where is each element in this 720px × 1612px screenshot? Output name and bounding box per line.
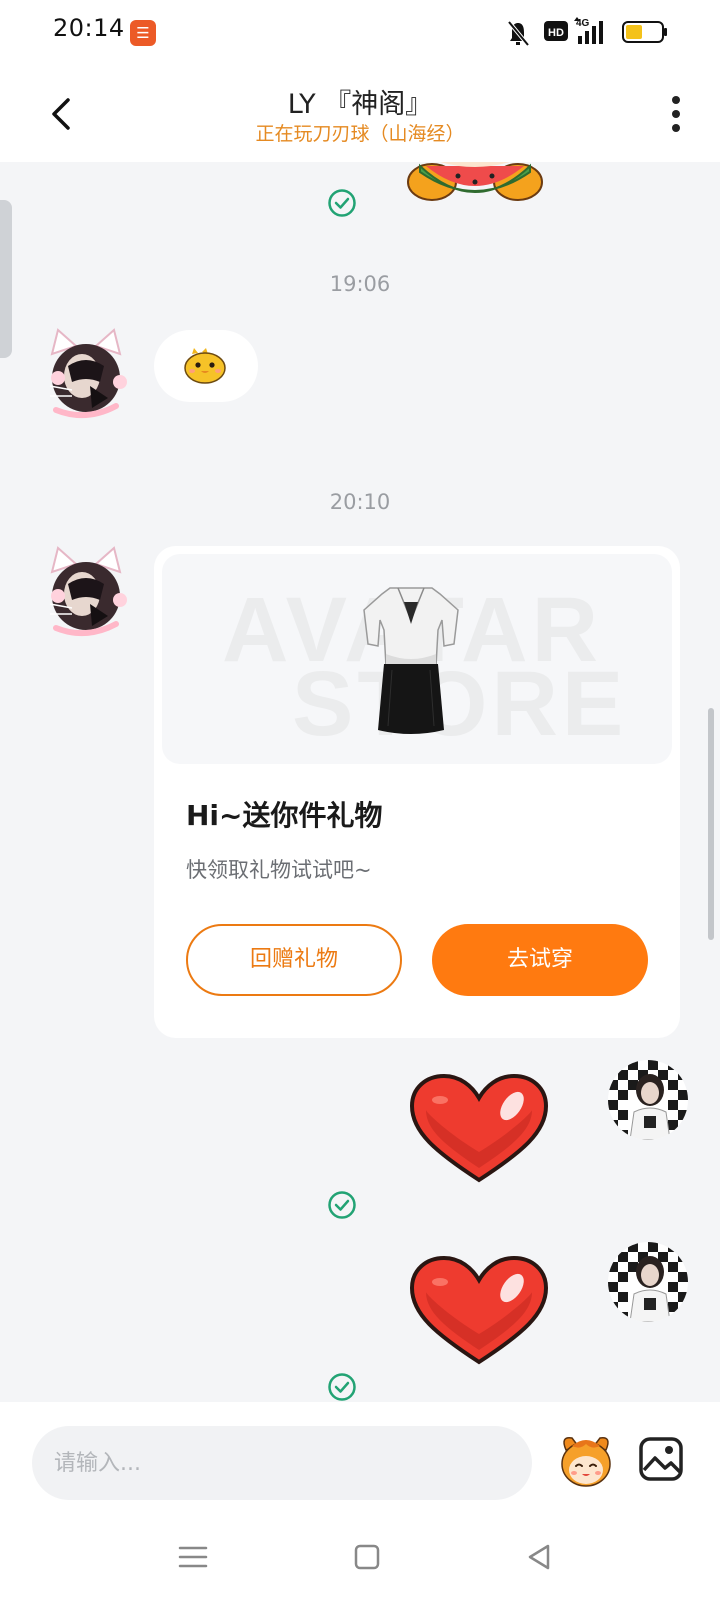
sent-check-icon xyxy=(327,188,357,218)
more-vertical-icon xyxy=(672,96,680,132)
my-avatar[interactable] xyxy=(608,1242,688,1322)
gift-banner[interactable]: AVATAR STORE xyxy=(162,554,672,764)
status-icons: HD 4G xyxy=(490,0,720,66)
try-on-button[interactable]: 去试穿 xyxy=(432,924,648,996)
message-input-bar xyxy=(0,1402,720,1512)
battery-icon xyxy=(622,21,667,43)
sticker-mascot-icon xyxy=(561,1437,611,1487)
image-picker-button[interactable] xyxy=(638,1436,684,1482)
gift-card[interactable]: AVATAR STORE Hi~送你件礼物 快领取礼物试试吧~ 回赠礼物 去试穿 xyxy=(154,546,680,1038)
my-avatar[interactable] xyxy=(608,1060,688,1140)
sticker-watermelon-cat xyxy=(400,162,550,212)
mute-bell-icon xyxy=(507,20,530,47)
chat-scrollbar[interactable] xyxy=(708,708,714,940)
sticker-button[interactable] xyxy=(556,1428,616,1490)
sent-check-icon xyxy=(327,1372,357,1402)
recent-apps-button[interactable] xyxy=(176,1540,210,1574)
message-input[interactable] xyxy=(32,1426,532,1500)
svg-text:HD: HD xyxy=(548,27,564,39)
triangle-back-icon xyxy=(528,1544,550,1570)
heart-sticker[interactable] xyxy=(406,1072,552,1186)
status-bar: 20:14 ☰ HD 4G xyxy=(0,0,720,66)
heart-sticker[interactable] xyxy=(406,1254,552,1368)
nav-back-button[interactable] xyxy=(522,1540,556,1574)
hd-icon: HD xyxy=(544,21,568,41)
system-nav-bar xyxy=(0,1512,720,1612)
gift-title: Hi~送你件礼物 xyxy=(186,799,383,832)
chat-header: LY 『神阁』 正在玩刀刃球（山海经） xyxy=(0,66,720,162)
return-gift-button[interactable]: 回赠礼物 xyxy=(186,924,402,996)
home-button[interactable] xyxy=(350,1540,384,1574)
message-bubble-emoji[interactable] xyxy=(154,330,258,402)
menu-icon xyxy=(178,1546,208,1568)
status-time: 20:14 xyxy=(53,14,125,42)
square-home-icon xyxy=(354,1544,380,1570)
more-options-button[interactable] xyxy=(660,88,692,140)
gift-outfit-image xyxy=(363,587,459,734)
chick-emoji-icon xyxy=(184,348,226,384)
message-timestamp: 19:06 xyxy=(329,272,391,296)
sent-check-icon xyxy=(327,1190,357,1220)
chat-title: LY 『神阁』 xyxy=(287,89,433,120)
chat-status-subtitle: 正在玩刀刃球（山海经） xyxy=(255,123,465,145)
image-icon xyxy=(639,1437,683,1481)
contact-avatar[interactable] xyxy=(42,544,130,640)
message-timestamp: 20:10 xyxy=(329,490,391,514)
contact-avatar[interactable] xyxy=(42,326,130,422)
gift-subtitle: 快领取礼物试试吧~ xyxy=(186,858,372,882)
signal-icon: 4G xyxy=(574,17,603,44)
app-notification-icon: ☰ xyxy=(130,20,156,46)
